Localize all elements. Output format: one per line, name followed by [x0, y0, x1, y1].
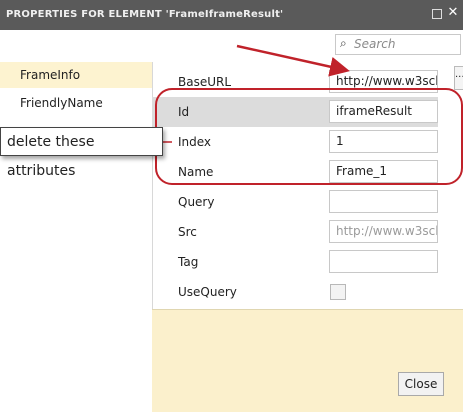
description-area: [152, 309, 463, 412]
sidebar-item-friendlyname[interactable]: FriendlyName: [0, 90, 152, 116]
property-label: BaseURL: [178, 75, 232, 89]
property-label: Name: [178, 165, 214, 179]
name-field[interactable]: Frame_1: [329, 160, 438, 183]
browse-button[interactable]: ...: [454, 66, 463, 90]
property-label: Index: [178, 135, 212, 149]
sidebar-item-frameinfo[interactable]: FrameInfo: [0, 62, 152, 88]
property-row-usequery: UseQuery: [152, 277, 438, 307]
sidebar-item-label: FrameInfo: [20, 68, 81, 82]
title-bar: PROPERTIES FOR ELEMENT 'FrameIframeResul…: [0, 0, 463, 30]
property-row-tag: Tag: [152, 247, 438, 277]
search-placeholder: Search: [354, 37, 396, 51]
property-row-query: Query: [152, 187, 438, 217]
tag-field[interactable]: [329, 250, 438, 273]
window-title: PROPERTIES FOR ELEMENT 'FrameIframeResul…: [6, 9, 284, 20]
usequery-checkbox[interactable]: [330, 284, 346, 300]
property-label: UseQuery: [178, 285, 237, 299]
property-label: Query: [178, 195, 215, 209]
property-row-index: Index 1: [152, 127, 438, 157]
property-row-name: Name Frame_1: [152, 157, 438, 187]
restore-icon[interactable]: [432, 9, 442, 19]
close-button[interactable]: Close: [398, 372, 444, 396]
property-label: Id: [178, 105, 190, 119]
property-row-src: Src http://www.w3scl: [152, 217, 438, 247]
baseurl-field[interactable]: http://www.w3scl: [329, 70, 438, 93]
sidebar-item-label: FriendlyName: [20, 96, 103, 110]
index-field[interactable]: 1: [329, 130, 438, 153]
id-field[interactable]: iframeResult: [329, 100, 438, 123]
property-label: Tag: [178, 255, 199, 269]
property-row-baseurl: BaseURL http://www.w3scl: [152, 67, 438, 97]
search-input[interactable]: ⌕ Search: [335, 34, 461, 55]
search-icon: ⌕: [340, 36, 347, 50]
property-row-id: Id iframeResult: [152, 97, 438, 127]
property-label: Src: [178, 225, 197, 239]
src-field[interactable]: http://www.w3scl: [329, 220, 438, 243]
query-field[interactable]: [329, 190, 438, 213]
annotation-callout: delete these attributes: [0, 127, 163, 179]
close-icon[interactable]: ✕: [447, 6, 459, 19]
